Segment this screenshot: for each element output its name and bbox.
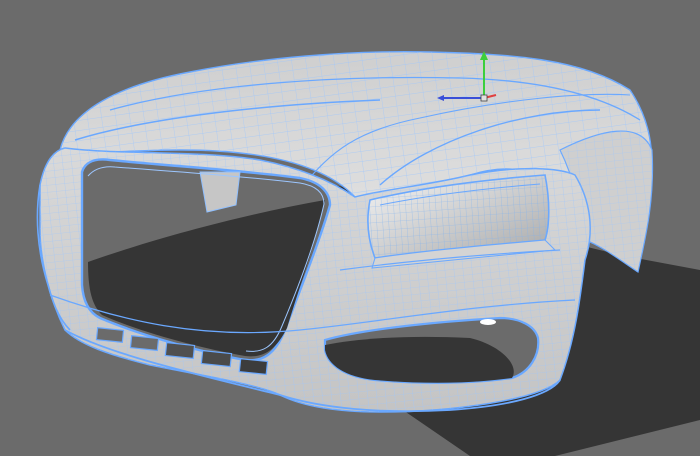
car-mesh[interactable]: [36, 51, 654, 413]
bumper-slot: [238, 358, 269, 376]
3d-viewport[interactable]: [0, 0, 700, 456]
bumper-slot: [95, 327, 125, 343]
intake-highlight: [480, 319, 496, 325]
bumper-slot: [200, 349, 233, 368]
bumper-slot: [129, 335, 160, 352]
viewport-canvas[interactable]: [0, 0, 700, 456]
gizmo-center-handle[interactable]: [480, 94, 488, 102]
bumper-slot: [164, 341, 196, 360]
